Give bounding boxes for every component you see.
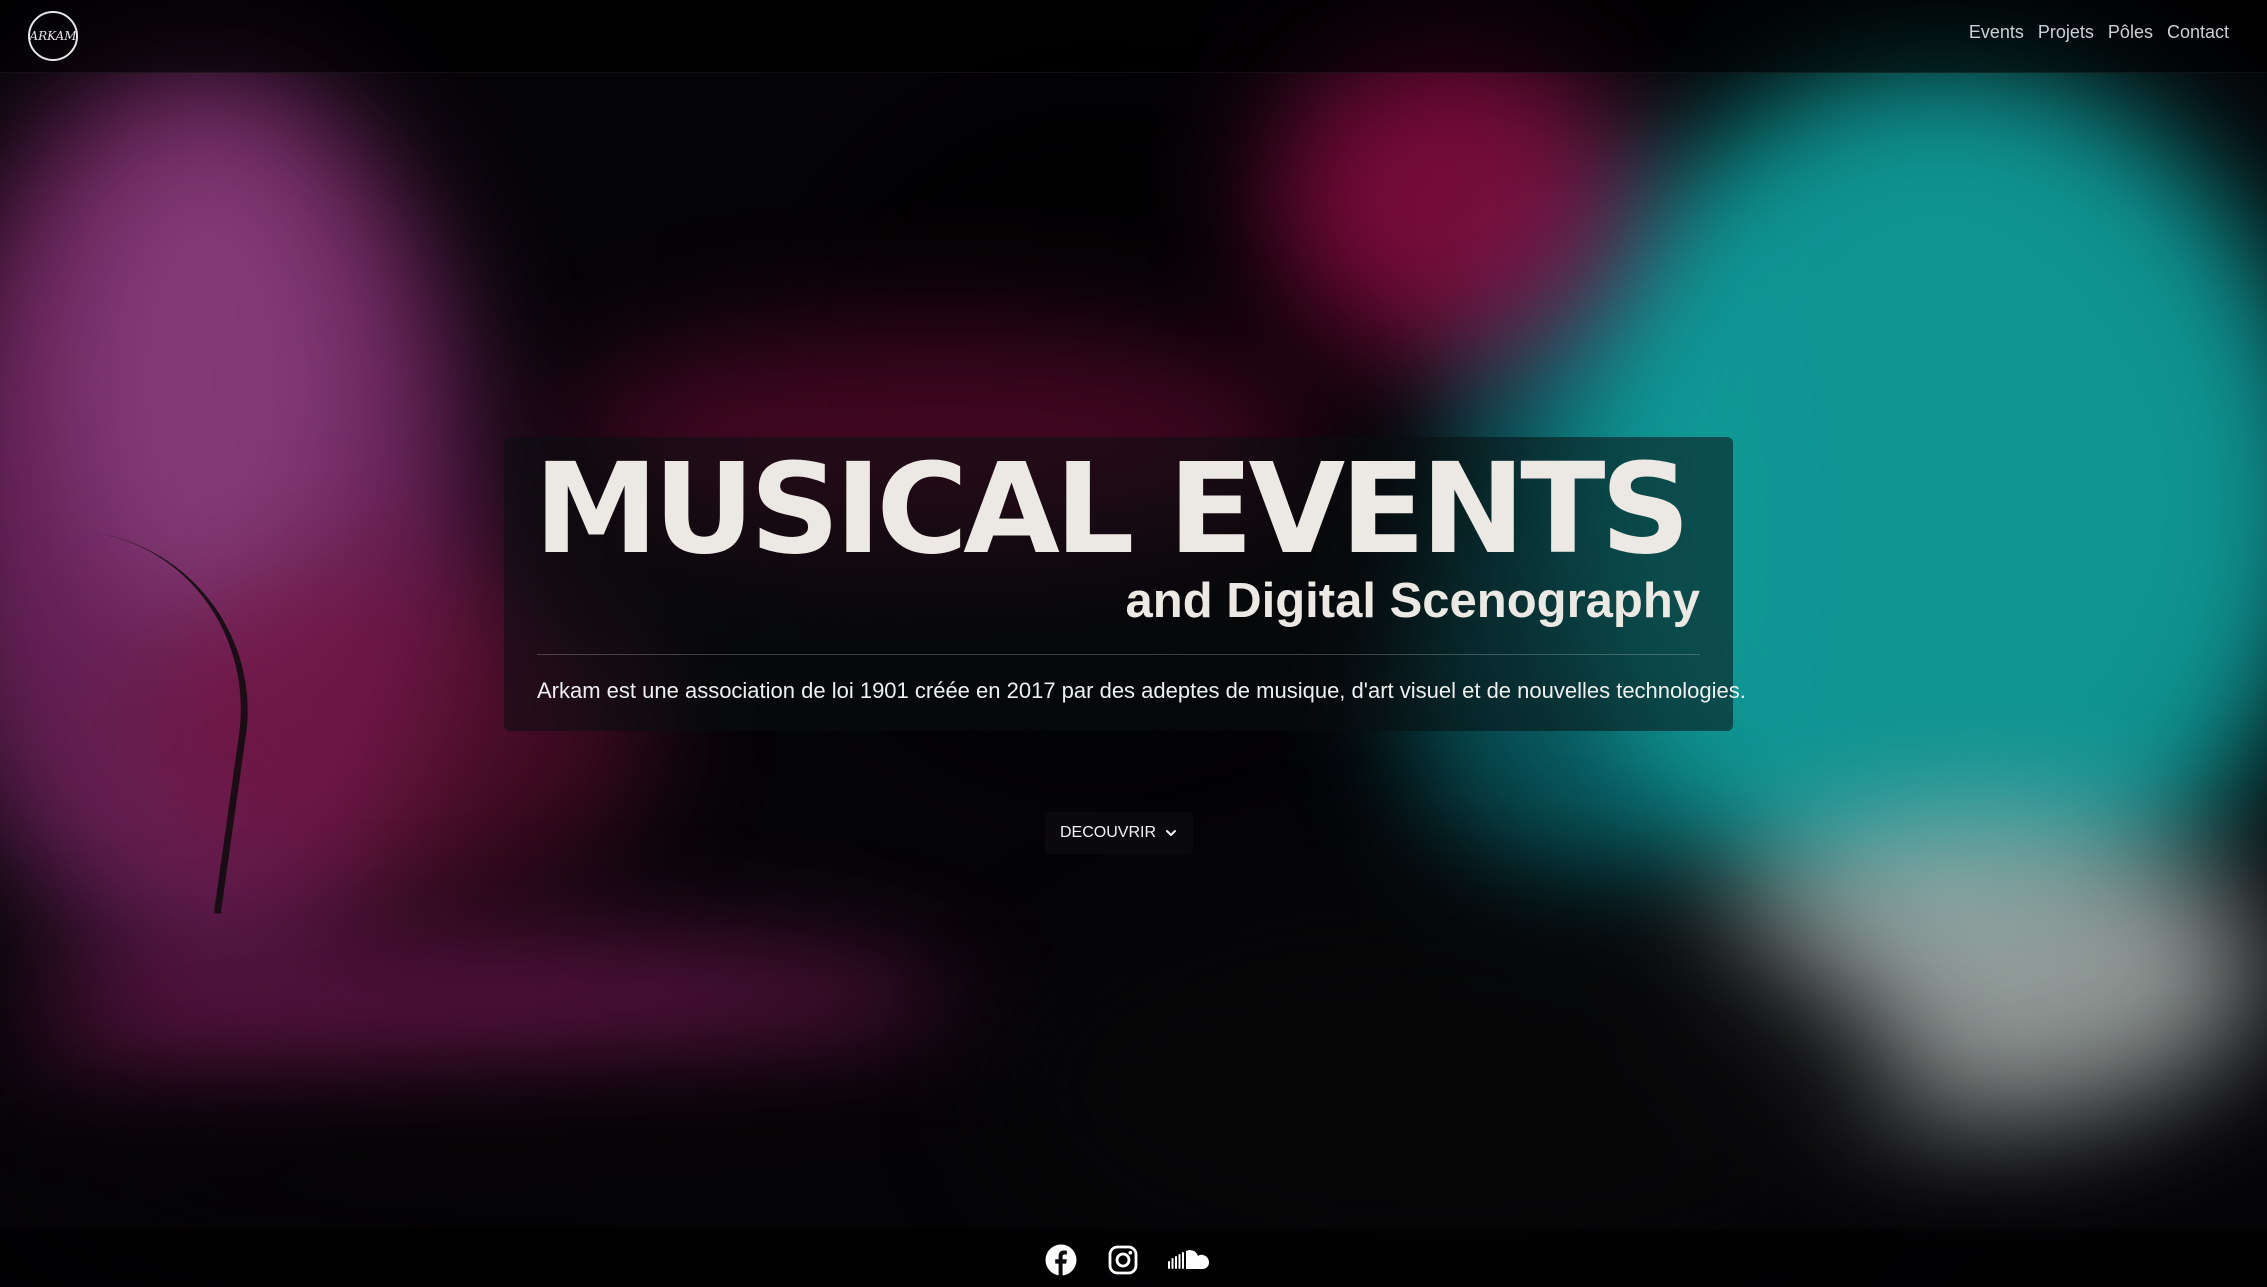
decouvrir-button[interactable]: DECOUVRIR	[1045, 812, 1193, 854]
chevron-down-icon	[1166, 830, 1176, 836]
instagram-icon	[1108, 1245, 1138, 1275]
hero-divider	[537, 654, 1700, 655]
decouvrir-label: DECOUVRIR	[1059, 824, 1156, 841]
hero-card: MUSICAL EVENTS and Digital Scenography A…	[504, 437, 1746, 731]
nav-link-events[interactable]: Events	[1969, 22, 2024, 43]
facebook-link[interactable]	[1045, 1243, 1077, 1277]
logo-text: ARKAM	[29, 29, 77, 43]
soundcloud-icon	[1168, 1250, 1209, 1269]
main-nav: Events Projets Pôles Contact	[1969, 22, 2229, 43]
hero-subtitle: and Digital Scenography	[1125, 574, 1700, 628]
arkam-logo[interactable]: ARKAM	[28, 11, 78, 61]
soundcloud-link[interactable]	[1168, 1243, 1210, 1277]
page: ARKAM Events Projets Pôles Contact MUSIC…	[0, 0, 2267, 1287]
facebook-icon	[1045, 1244, 1077, 1276]
nav-link-contact[interactable]: Contact	[2167, 22, 2229, 43]
hero-title: MUSICAL EVENTS	[534, 437, 1690, 582]
hero-description: Arkam est une association de loi 1901 cr…	[537, 678, 1746, 703]
instagram-link[interactable]	[1108, 1243, 1138, 1277]
top-navbar: ARKAM Events Projets Pôles Contact	[0, 0, 2267, 73]
nav-link-projets[interactable]: Projets	[2038, 22, 2094, 43]
nav-link-poles[interactable]: Pôles	[2108, 22, 2153, 43]
